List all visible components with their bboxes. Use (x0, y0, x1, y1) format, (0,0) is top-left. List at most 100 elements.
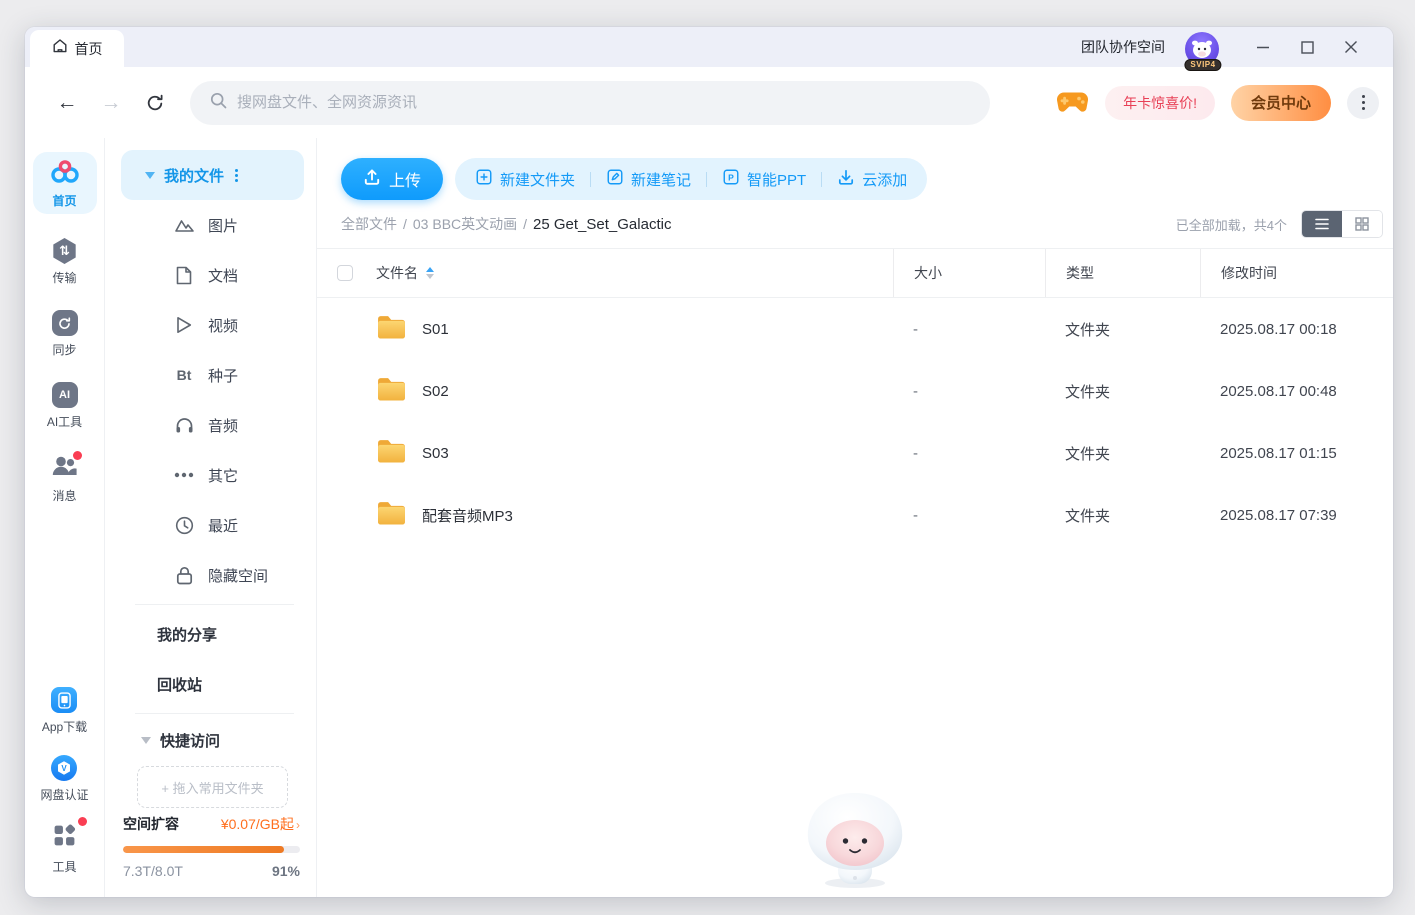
column-header-size: 大小 (893, 249, 1045, 297)
maximize-button[interactable] (1285, 27, 1329, 67)
minimize-button[interactable] (1241, 27, 1285, 67)
sidebar-item-others[interactable]: 其它 (105, 450, 316, 500)
svg-text:V: V (62, 764, 68, 773)
svg-text:P: P (728, 173, 734, 183)
file-name[interactable]: 配套音频MP3 (422, 505, 513, 526)
search-bar[interactable] (190, 81, 990, 125)
folder-icon (376, 376, 407, 407)
file-size: - (893, 445, 1045, 462)
file-modified: 2025.08.17 01:15 (1200, 445, 1383, 462)
file-modified: 2025.08.17 07:39 (1200, 507, 1383, 524)
vip-center-button[interactable]: 会员中心 (1231, 85, 1331, 121)
breadcrumb-separator: / (523, 216, 527, 232)
sidebar-item-app-download[interactable]: App下载 (42, 687, 87, 735)
team-space-link[interactable]: 团队协作空间 (1081, 37, 1165, 57)
column-header-type: 类型 (1045, 249, 1200, 297)
storage-progress-bar (123, 846, 300, 853)
list-view-button[interactable] (1302, 211, 1342, 237)
sidebar-item-home[interactable]: 首页 (33, 152, 97, 214)
file-name[interactable]: S03 (422, 445, 449, 462)
transfer-icon: ⇅ (52, 238, 78, 264)
sidebar-item-hidden-space[interactable]: 隐藏空间 (105, 550, 316, 600)
netdisk-verify-icon: V (51, 755, 77, 781)
file-modified: 2025.08.17 00:18 (1200, 321, 1383, 338)
ai-tools-icon: AI (52, 382, 78, 408)
file-toolbar: 上传 新建文件夹 新建笔记 (341, 158, 1393, 200)
sidebar-item-messages[interactable]: 消息 (51, 454, 78, 504)
grid-view-button[interactable] (1342, 211, 1382, 237)
vip-level-badge: SVIP4 (1184, 59, 1221, 71)
back-button[interactable]: ← (53, 89, 81, 117)
quick-access-dropzone[interactable]: + 拖入常用文件夹 (137, 766, 288, 808)
sidebar-item-my-files[interactable]: 我的文件 (121, 150, 304, 200)
sidebar-item-recent[interactable]: 最近 (105, 500, 316, 550)
sidebar-item-sync[interactable]: 同步 (52, 310, 78, 358)
new-folder-button[interactable]: 新建文件夹 (475, 168, 575, 190)
breadcrumb-parent-folder[interactable]: 03 BBC英文动画 (413, 214, 517, 234)
sidebar-item-transfer[interactable]: ⇅ 传输 (52, 238, 78, 286)
tab-home-label: 首页 (75, 39, 103, 59)
annual-card-promo-badge[interactable]: 年卡惊喜价! (1105, 86, 1215, 120)
collapse-arrow-icon (145, 172, 155, 179)
storage-price-link[interactable]: ¥0.07/GB起› (221, 814, 300, 834)
more-menu-button[interactable] (1347, 87, 1379, 119)
torrents-icon: Bt (173, 367, 195, 383)
file-name[interactable]: S02 (422, 383, 449, 400)
my-files-menu-icon[interactable] (235, 169, 238, 182)
search-input[interactable] (237, 94, 970, 111)
tab-home[interactable]: 首页 (30, 30, 124, 67)
home-tab-icon (52, 38, 68, 59)
breadcrumb-separator: / (403, 216, 407, 232)
assistant-mascot[interactable] (799, 790, 911, 895)
sidebar-item-documents[interactable]: 文档 (105, 250, 316, 300)
game-center-icon[interactable] (1056, 91, 1089, 115)
table-row[interactable]: 配套音频MP3 - 文件夹 2025.08.17 07:39 (317, 484, 1393, 546)
sidebar-item-torrents[interactable]: Bt 种子 (105, 350, 316, 400)
sidebar-item-netdisk-verify[interactable]: V 网盘认证 (40, 755, 88, 803)
sidebar-item-audio[interactable]: 音频 (105, 400, 316, 450)
sidebar-item-ai-tools[interactable]: AI AI工具 (47, 382, 82, 430)
table-row[interactable]: S03 - 文件夹 2025.08.17 01:15 (317, 422, 1393, 484)
sort-icon[interactable] (426, 267, 434, 279)
table-header: 文件名 大小 类型 修改时间 (317, 248, 1393, 298)
smart-ppt-icon: P (722, 168, 740, 190)
sync-icon (52, 310, 78, 336)
forward-button[interactable]: → (97, 89, 125, 117)
column-header-name: 文件名 (376, 263, 418, 283)
file-name[interactable]: S01 (422, 321, 449, 338)
table-row[interactable]: S01 - 文件夹 2025.08.17 00:18 (317, 298, 1393, 360)
collapse-arrow-icon (141, 737, 151, 744)
select-all-checkbox[interactable] (337, 265, 353, 281)
sidebar-item-videos[interactable]: 视频 (105, 300, 316, 350)
refresh-button[interactable] (141, 89, 169, 117)
toolbar-separator (706, 172, 707, 187)
table-row[interactable]: S02 - 文件夹 2025.08.17 00:48 (317, 360, 1393, 422)
recent-icon (173, 516, 195, 535)
tools-icon (52, 823, 77, 853)
user-avatar[interactable]: SVIP4 (1185, 32, 1221, 68)
pictures-icon (173, 216, 195, 234)
sidebar-divider (135, 604, 294, 605)
cloud-add-button[interactable]: 云添加 (837, 168, 907, 190)
sidebar-item-my-shares[interactable]: 我的分享 (105, 609, 316, 659)
search-icon (210, 92, 227, 114)
sidebar-item-tools[interactable]: 工具 (52, 823, 77, 875)
upload-button[interactable]: 上传 (341, 158, 443, 200)
upload-icon (363, 168, 381, 191)
column-header-modified: 修改时间 (1200, 249, 1383, 297)
quick-access-header[interactable]: 快捷访问 (105, 718, 316, 762)
vip-label: 会员中心 (1251, 92, 1311, 113)
tools-badge-dot (78, 817, 87, 826)
breadcrumb-row: 全部文件 / 03 BBC英文动画 / 25 Get_Set_Galactic … (341, 200, 1383, 248)
load-status-label: 已全部加载，共4个 (1176, 215, 1287, 234)
smart-ppt-button[interactable]: P 智能PPT (722, 168, 806, 190)
breadcrumb-all-files[interactable]: 全部文件 (341, 214, 397, 234)
promo-label: 年卡惊喜价! (1123, 93, 1197, 113)
close-button[interactable] (1329, 27, 1373, 67)
lock-icon (173, 566, 195, 585)
sidebar-item-recycle-bin[interactable]: 回收站 (105, 659, 316, 709)
file-tree-sidebar: 我的文件 图片 文档 视频 B (105, 138, 317, 897)
sidebar-item-pictures[interactable]: 图片 (105, 200, 316, 250)
view-toggle (1301, 210, 1383, 238)
new-note-button[interactable]: 新建笔记 (606, 168, 691, 190)
